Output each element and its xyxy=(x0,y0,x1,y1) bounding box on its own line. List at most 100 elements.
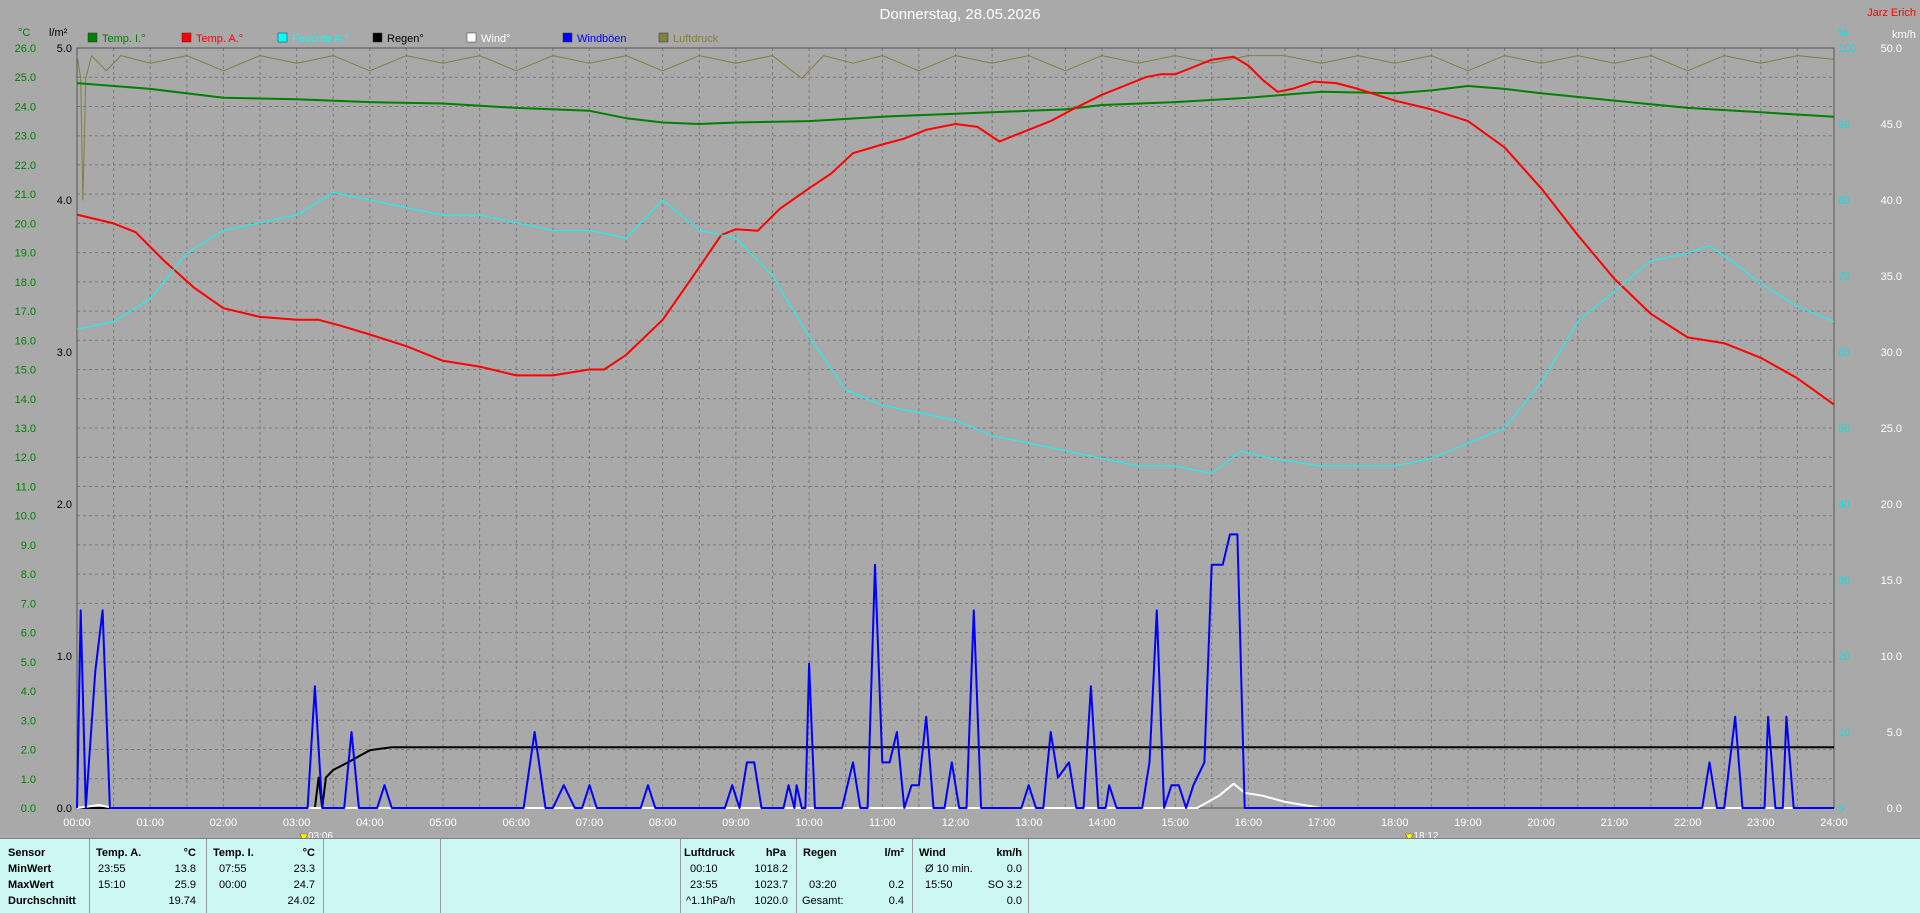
y-humidity-tick-label: 90 xyxy=(1838,119,1850,131)
stats-header: Wind xyxy=(919,847,946,859)
y-temp-tick-label: 15.0 xyxy=(15,365,36,377)
legend-label: Wind° xyxy=(481,33,510,45)
y-temp-tick-label: 13.0 xyxy=(15,423,36,435)
legend-swatch xyxy=(277,32,288,43)
y-wind-tick-label: 20.0 xyxy=(1881,499,1902,511)
y-wind-tick-label: 15.0 xyxy=(1881,575,1902,587)
stats-header: Luftdruck xyxy=(684,847,735,859)
stats-value: 19.74 xyxy=(168,895,196,907)
stats-value: 0.2 xyxy=(888,879,904,891)
x-tick-label: 21:00 xyxy=(1601,817,1629,829)
legend-label: Luftdruck xyxy=(673,33,719,45)
stats-total-label: Gesamt: xyxy=(802,895,844,907)
y-wind-tick-label: 25.0 xyxy=(1881,423,1902,435)
stats-unit: hPa xyxy=(765,847,786,859)
stats-luftdruck-column: Luftdruck hPa 00:10 1018.2 23:55 1023.7 ^1… xyxy=(681,839,797,913)
author-label: Jarz Erich xyxy=(1867,7,1916,19)
y-temp-tick-label: 6.0 xyxy=(21,628,36,640)
y-wind-tick-label: 45.0 xyxy=(1881,119,1902,131)
marker-time-label: 03:06 xyxy=(308,831,333,838)
stats-header: Regen xyxy=(803,847,837,859)
stats-temp-a-column: Temp. A. °C 23:55 13.8 15:10 25.9 19.74 xyxy=(90,839,207,913)
stats-value: 1023.7 xyxy=(754,879,788,891)
y-rain-unit: l/m² xyxy=(49,27,68,39)
stats-row-label: Durchschnitt xyxy=(8,895,76,907)
stats-value: SO 3.2 xyxy=(987,879,1022,891)
stats-value: 0.0 xyxy=(1006,863,1022,875)
x-tick-label: 11:00 xyxy=(869,817,896,829)
x-tick-label: 15:00 xyxy=(1161,817,1189,829)
y-rain-tick-label: 2.0 xyxy=(57,499,72,511)
x-tick-label: 19:00 xyxy=(1454,817,1482,829)
stats-value: 13.8 xyxy=(174,863,196,875)
grid xyxy=(76,47,1835,809)
y-humidity-tick-label: 40 xyxy=(1838,499,1850,511)
x-tick-label: 22:00 xyxy=(1674,817,1702,829)
y-wind-tick-label: 40.0 xyxy=(1881,195,1902,207)
y-humidity-tick-label: 80 xyxy=(1838,195,1850,207)
stats-time: 15:50 xyxy=(925,879,953,891)
x-tick-label: 16:00 xyxy=(1235,817,1263,829)
stats-row-label: MaxWert xyxy=(8,879,54,891)
x-tick-label: 02:00 xyxy=(210,817,238,829)
x-tick-label: 14:00 xyxy=(1088,817,1116,829)
stats-time: 15:10 xyxy=(98,879,126,891)
stats-trend: ^1.1hPa/h xyxy=(686,895,736,907)
x-tick-label: 06:00 xyxy=(502,817,530,829)
y-temp-tick-label: 8.0 xyxy=(21,569,36,581)
y-humidity-unit: % xyxy=(1838,27,1848,39)
y-temp-tick-label: 2.0 xyxy=(21,745,36,757)
weather-chart: 00:00 01:00 02:00 03:00 04:00 05:00 06:00 07:00… xyxy=(15,6,1916,838)
x-tick-label: 01:00 xyxy=(136,817,164,829)
y-wind-unit: km/h xyxy=(1892,29,1916,41)
y-temp-unit: °C xyxy=(18,27,30,39)
legend-swatch xyxy=(658,32,669,43)
y-rain-tick-label: 0.0 xyxy=(57,803,72,815)
stats-value: 25.9 xyxy=(174,879,196,891)
y-temp-tick-label: 11.0 xyxy=(15,481,36,493)
y-temp-tick-label: 12.0 xyxy=(15,452,36,464)
y-humidity-tick-label: 60 xyxy=(1838,347,1850,359)
y-rain-tick-label: 1.0 xyxy=(57,651,72,663)
stats-value: 1020.0 xyxy=(754,895,788,907)
x-tick-label: 04:00 xyxy=(356,817,384,829)
y-humidity-tick-label: 100 xyxy=(1838,43,1856,55)
y-temp-tick-label: 21.0 xyxy=(15,189,36,201)
stats-time: 00:00 xyxy=(219,879,247,891)
y-humidity-tick-label: 50 xyxy=(1838,423,1850,435)
legend-swatch xyxy=(562,32,573,43)
statistics-panel: Sensor MinWert MaxWert Durchschnitt Temp… xyxy=(0,838,1920,913)
y-rain-tick-label: 4.0 xyxy=(57,195,72,207)
stats-temp-i-column: Temp. I. °C 07:55 23.3 00:00 24.7 24.02 xyxy=(207,839,324,913)
legend-label: Temp. I.° xyxy=(102,33,146,45)
legend-label: Temp. A.° xyxy=(196,33,243,45)
x-tick-label: 00:00 xyxy=(63,817,91,829)
y-temp-tick-label: 5.0 xyxy=(21,657,36,669)
x-tick-label: 17:00 xyxy=(1308,817,1336,829)
y-humidity-tick-label: 20 xyxy=(1838,651,1850,663)
stats-value: 0.4 xyxy=(888,895,904,907)
y-temp-tick-label: 24.0 xyxy=(15,101,36,113)
legend-swatch xyxy=(466,32,477,43)
x-tick-label: 20:00 xyxy=(1527,817,1555,829)
stats-unit: °C xyxy=(302,847,315,859)
stats-time: 07:55 xyxy=(219,863,247,875)
marker-time-label: 18:12 xyxy=(1413,831,1438,838)
legend-label: Windböen xyxy=(577,33,627,45)
stats-row-label: MinWert xyxy=(8,863,52,875)
x-tick-label: 18:00 xyxy=(1381,817,1409,829)
y-humidity-tick-label: 0 xyxy=(1838,803,1844,815)
legend-label: Feuchte A.° xyxy=(292,33,349,45)
x-tick-label: 10:00 xyxy=(795,817,823,829)
y-temp-tick-label: 26.0 xyxy=(15,43,36,55)
x-tick-label: 05:00 xyxy=(429,817,457,829)
stats-value: 24.02 xyxy=(287,895,315,907)
stats-time: 23:55 xyxy=(690,879,718,891)
stats-value: 24.7 xyxy=(293,879,315,891)
stats-header: Temp. I. xyxy=(213,847,254,859)
y-rain-tick-label: 3.0 xyxy=(57,347,72,359)
y-rain-tick-label: 5.0 xyxy=(57,43,72,55)
y-temp-tick-label: 16.0 xyxy=(15,335,36,347)
y-temp-tick-label: 10.0 xyxy=(15,511,36,523)
axes: 00:00 01:00 02:00 03:00 04:00 05:00 06:00 07:00… xyxy=(15,27,1916,838)
